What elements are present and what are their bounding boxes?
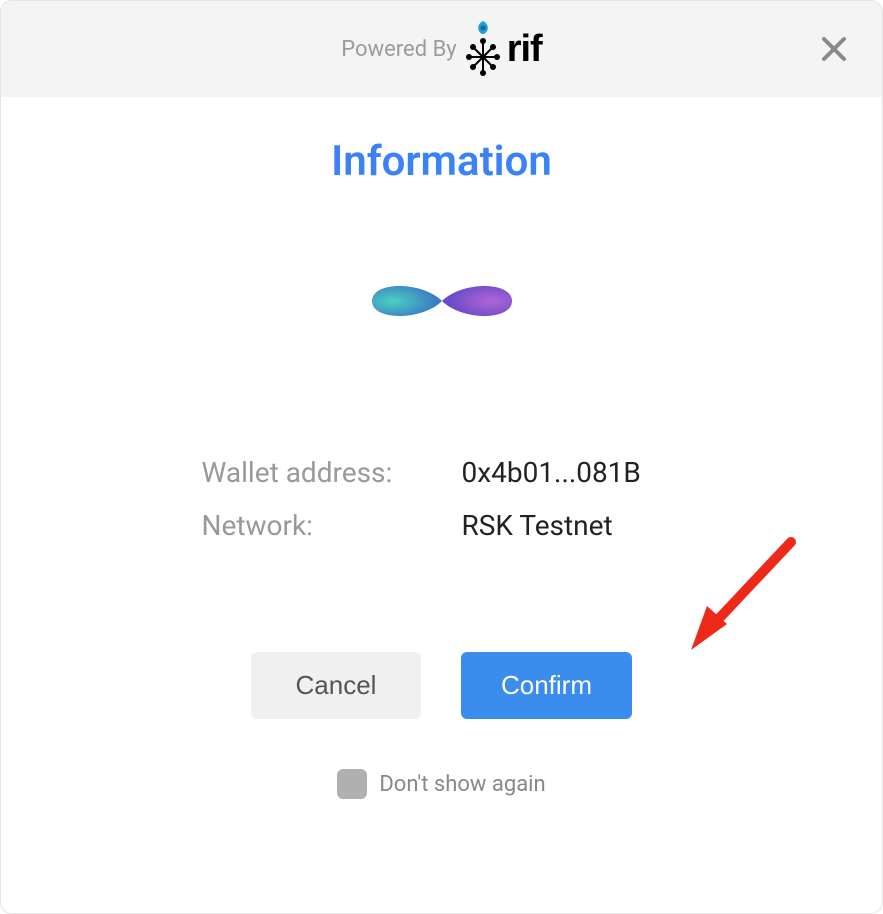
modal-title: Information bbox=[331, 137, 552, 186]
close-button[interactable] bbox=[814, 29, 854, 69]
info-modal: Powered By bbox=[0, 0, 883, 914]
wallet-address-label: Wallet address: bbox=[202, 456, 462, 489]
modal-header: Powered By bbox=[1, 1, 882, 97]
info-row-wallet: Wallet address: 0x4b01...081B bbox=[202, 456, 682, 489]
network-value: RSK Testnet bbox=[462, 509, 613, 542]
modal-content: Information Wallet address: 0x4b01...081… bbox=[1, 97, 882, 913]
info-row-network: Network: RSK Testnet bbox=[202, 509, 682, 542]
rif-logo: rif bbox=[465, 19, 542, 79]
close-icon bbox=[818, 33, 850, 65]
dont-show-row: Don't show again bbox=[337, 769, 545, 799]
rif-brand-text: rif bbox=[507, 28, 542, 71]
dont-show-label: Don't show again bbox=[379, 772, 545, 797]
annotation-arrow-icon bbox=[681, 532, 801, 652]
powered-by-label: Powered By bbox=[341, 37, 456, 62]
wallet-address-value: 0x4b01...081B bbox=[462, 456, 641, 489]
rif-icon bbox=[465, 19, 501, 79]
network-label: Network: bbox=[202, 509, 462, 542]
wave-logo-icon bbox=[362, 266, 522, 336]
info-table: Wallet address: 0x4b01...081B Network: R… bbox=[202, 456, 682, 562]
cancel-button[interactable]: Cancel bbox=[251, 652, 421, 719]
dont-show-checkbox[interactable] bbox=[337, 769, 367, 799]
powered-by-group: Powered By bbox=[341, 19, 541, 79]
button-row: Cancel Confirm bbox=[251, 652, 632, 719]
confirm-button[interactable]: Confirm bbox=[461, 652, 632, 719]
